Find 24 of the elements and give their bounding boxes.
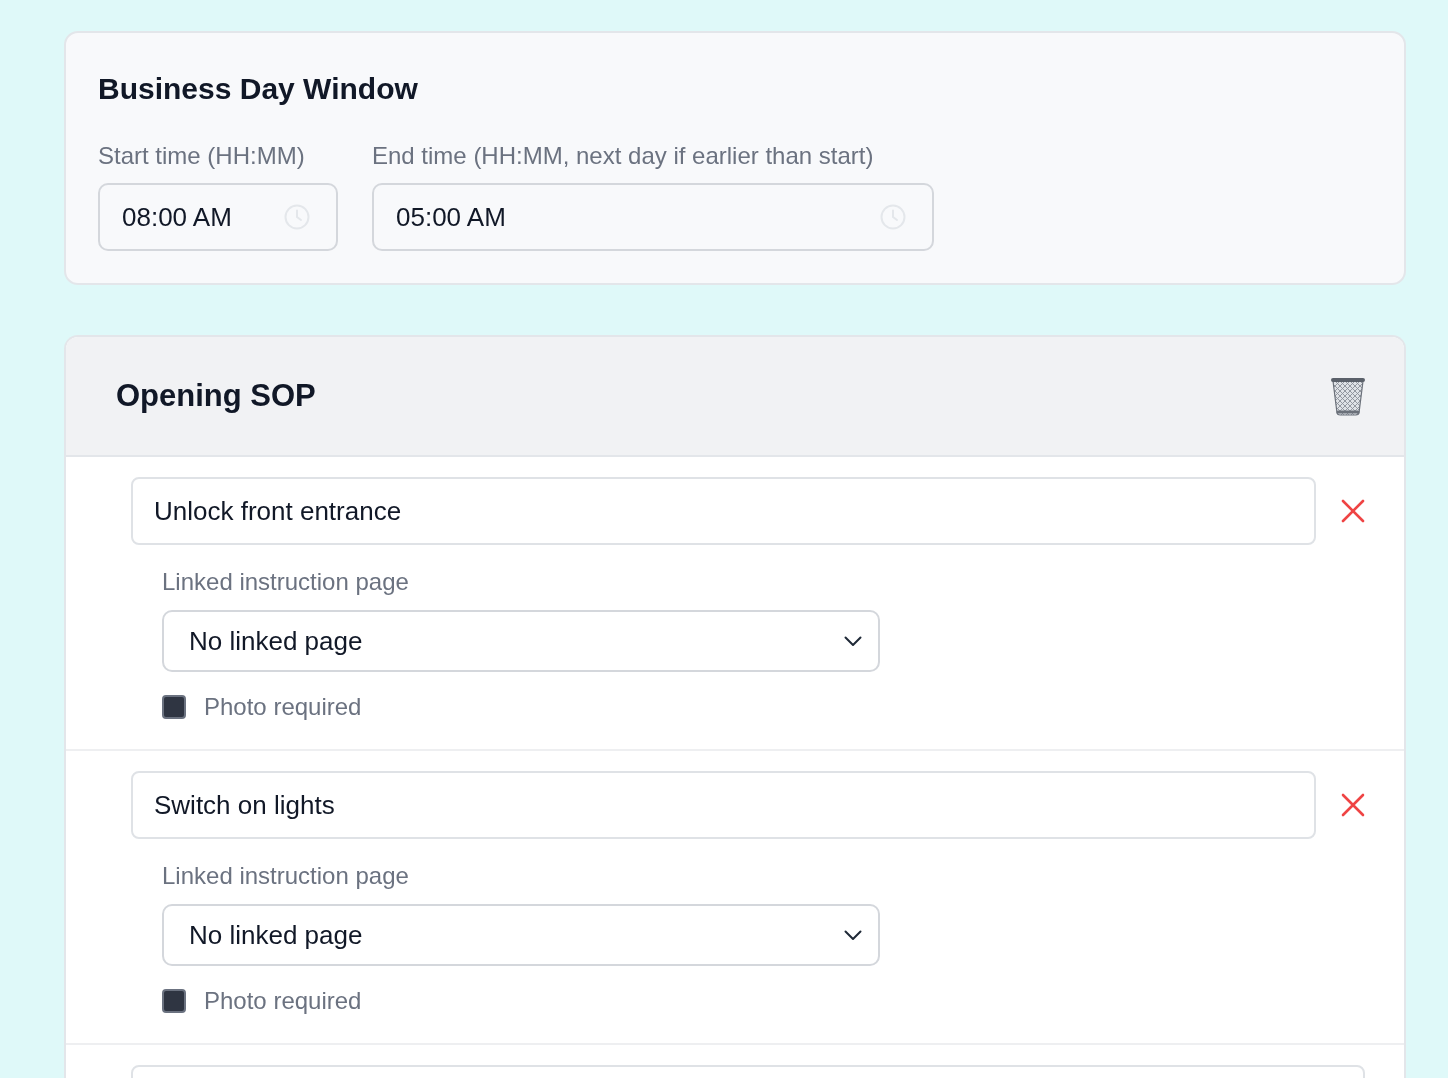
close-icon (1341, 793, 1365, 817)
remove-task-button[interactable] (1341, 499, 1365, 523)
linked-page-select[interactable]: No linked page (162, 904, 880, 966)
field-label: Linked instruction page (162, 862, 409, 890)
task-input[interactable]: Switch on lights (131, 771, 1316, 839)
start-time-input[interactable]: 08:00 AM (98, 183, 338, 251)
close-icon (1341, 499, 1365, 523)
panel-title: Business Day Window (98, 71, 418, 107)
linked-page-select[interactable]: No linked page (162, 610, 880, 672)
chevron-down-icon (844, 929, 862, 941)
photo-required-checkbox[interactable] (162, 989, 186, 1013)
delete-section-button[interactable] (1330, 376, 1366, 416)
photo-required-checkbox[interactable] (162, 695, 186, 719)
chevron-down-icon (844, 635, 862, 647)
end-time-input[interactable]: 05:00 AM (372, 183, 934, 251)
end-time-label: End time (HH:MM, next day if earlier than start) (372, 141, 874, 171)
field-label: Linked instruction page (162, 568, 409, 596)
section-title: Opening SOP (116, 377, 316, 415)
task-input[interactable]: Unlock front entrance (131, 477, 1316, 545)
wastebasket-icon (1330, 376, 1366, 416)
checkbox-label: Photo required (204, 987, 362, 1015)
checkbox-label: Photo required (204, 693, 362, 721)
remove-task-button[interactable] (1341, 793, 1365, 817)
start-time-label: Start time (HH:MM) (98, 141, 305, 171)
